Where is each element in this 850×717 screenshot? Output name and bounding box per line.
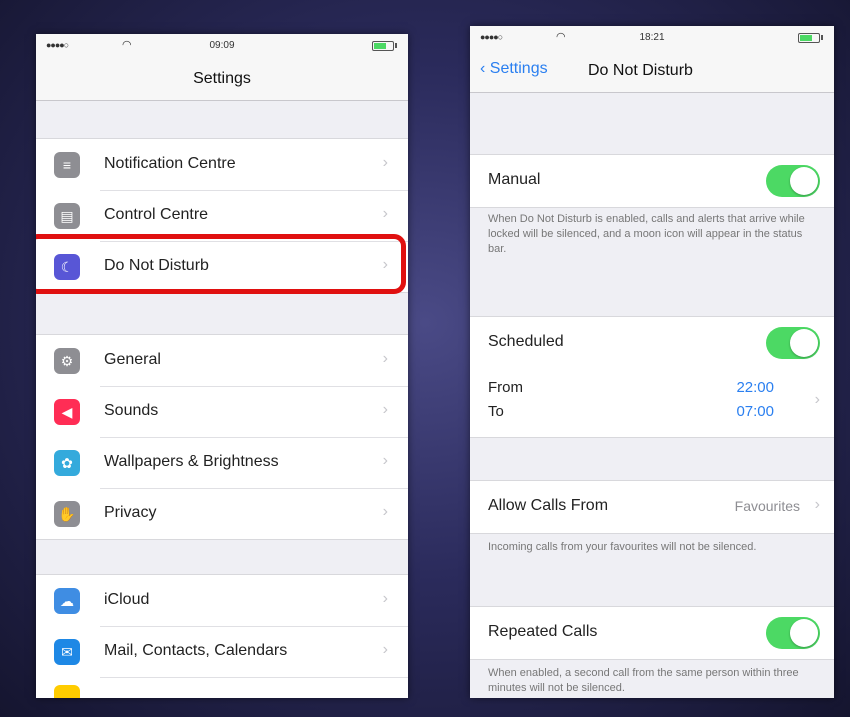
cloud-icon: ☁ [54,588,80,614]
page-title: Settings [193,70,251,87]
chevron-left-icon: ‹ [480,60,490,77]
chevron-right-icon: › [382,350,388,367]
settings-screen: ●●●●○ ◠ 09:09 Settings ≡ Notification Ce… [36,34,408,698]
status-bar: ●●●●○ ◠ 18:21 [470,26,834,48]
chevron-right-icon: › [382,452,388,469]
nav-bar: ‹ Settings Do Not Disturb [470,48,834,93]
highlight-box [36,234,406,294]
allow-calls-note: Incoming calls from your favourites will… [488,541,757,553]
battery-tip [821,35,823,40]
chevron-right-icon: › [382,641,388,658]
scheduled-label: Scheduled [488,333,564,350]
row-label: Mail, Contacts, Calendars [104,642,288,659]
control-centre-icon: ▤ [54,203,80,229]
status-time: 09:09 [209,40,235,51]
page-title: Do Not Disturb [588,62,693,79]
from-time: 22:00 [736,379,774,396]
settings-group-2: ⚙ General › ◀ Sounds › ✿ Wallpapers & Br… [36,334,408,540]
row-notification-centre[interactable]: ≡ Notification Centre › [36,139,408,190]
chevron-right-icon: › [382,154,388,171]
speaker-icon: ◀ [54,399,80,425]
allow-calls-row[interactable]: Allow Calls From Favourites › [470,481,834,533]
manual-toggle[interactable] [766,165,820,197]
hand-icon: ✋ [54,501,80,527]
repeated-calls-row: Repeated Calls [470,607,834,659]
chevron-right-icon: › [814,496,820,513]
nav-bar: Settings [36,56,408,101]
mail-icon: ✉ [54,639,80,665]
to-label: To [488,403,504,420]
toggle-knob [790,167,818,195]
chevron-right-icon: › [814,391,820,408]
battery-tip [395,43,397,48]
scheduled-group: Scheduled From To 22:00 07:00 › [470,316,834,438]
to-time: 07:00 [736,403,774,420]
status-time: 18:21 [639,32,665,43]
repeated-calls-toggle[interactable] [766,617,820,649]
row-icloud[interactable]: ☁ iCloud › [36,575,408,626]
scheduled-toggle[interactable] [766,327,820,359]
chevron-right-icon: › [382,590,388,607]
toggle-knob [790,329,818,357]
row-mail-contacts-calendars[interactable]: ✉ Mail, Contacts, Calendars › [36,626,408,677]
row-label: Control Centre [104,206,209,223]
from-label: From [488,379,523,396]
manual-row: Manual [470,155,834,207]
do-not-disturb-screen: ●●●●○ ◠ 18:21 ‹ Settings Do Not Disturb … [470,26,834,698]
scheduled-row: Scheduled [470,317,834,369]
status-bar: ●●●●○ ◠ 09:09 [36,34,408,56]
row-general[interactable]: ⚙ General › [36,335,408,386]
chevron-right-icon: › [382,205,388,222]
battery-icon [372,41,394,51]
allow-calls-label: Allow Calls From [488,497,609,514]
wallpaper-icon: ✿ [54,450,80,476]
manual-group: Manual [470,154,834,208]
allow-calls-value: Favourites [734,498,800,514]
row-label: Notification Centre [104,155,236,172]
row-privacy[interactable]: ✋ Privacy › [36,488,408,539]
gear-icon: ⚙ [54,348,80,374]
settings-group-3: ☁ iCloud › ✉ Mail, Contacts, Calendars › [36,574,408,698]
row-label: Sounds [104,402,159,419]
notes-icon [54,685,80,698]
battery-icon [798,33,820,43]
repeated-calls-label: Repeated Calls [488,623,598,640]
chevron-right-icon: › [382,503,388,520]
allow-calls-group: Allow Calls From Favourites › [470,480,834,534]
manual-label: Manual [488,171,541,188]
repeated-calls-note: When enabled, a second call from the sam… [488,667,799,694]
row-label: iCloud [104,591,150,608]
row-label: Wallpapers & Brightness [104,453,279,470]
schedule-times-row[interactable]: From To 22:00 07:00 › [470,369,834,437]
manual-note: When Do Not Disturb is enabled, calls an… [488,213,805,255]
row-partial [36,677,408,698]
toggle-knob [790,619,818,647]
row-sounds[interactable]: ◀ Sounds › [36,386,408,437]
repeated-calls-group: Repeated Calls [470,606,834,660]
row-label: General [104,351,161,368]
notification-centre-icon: ≡ [54,152,80,178]
row-wallpapers-brightness[interactable]: ✿ Wallpapers & Brightness › [36,437,408,488]
chevron-right-icon: › [382,401,388,418]
back-button[interactable]: ‹ Settings [480,60,548,78]
back-label: Settings [489,60,548,77]
row-label: Privacy [104,504,157,521]
